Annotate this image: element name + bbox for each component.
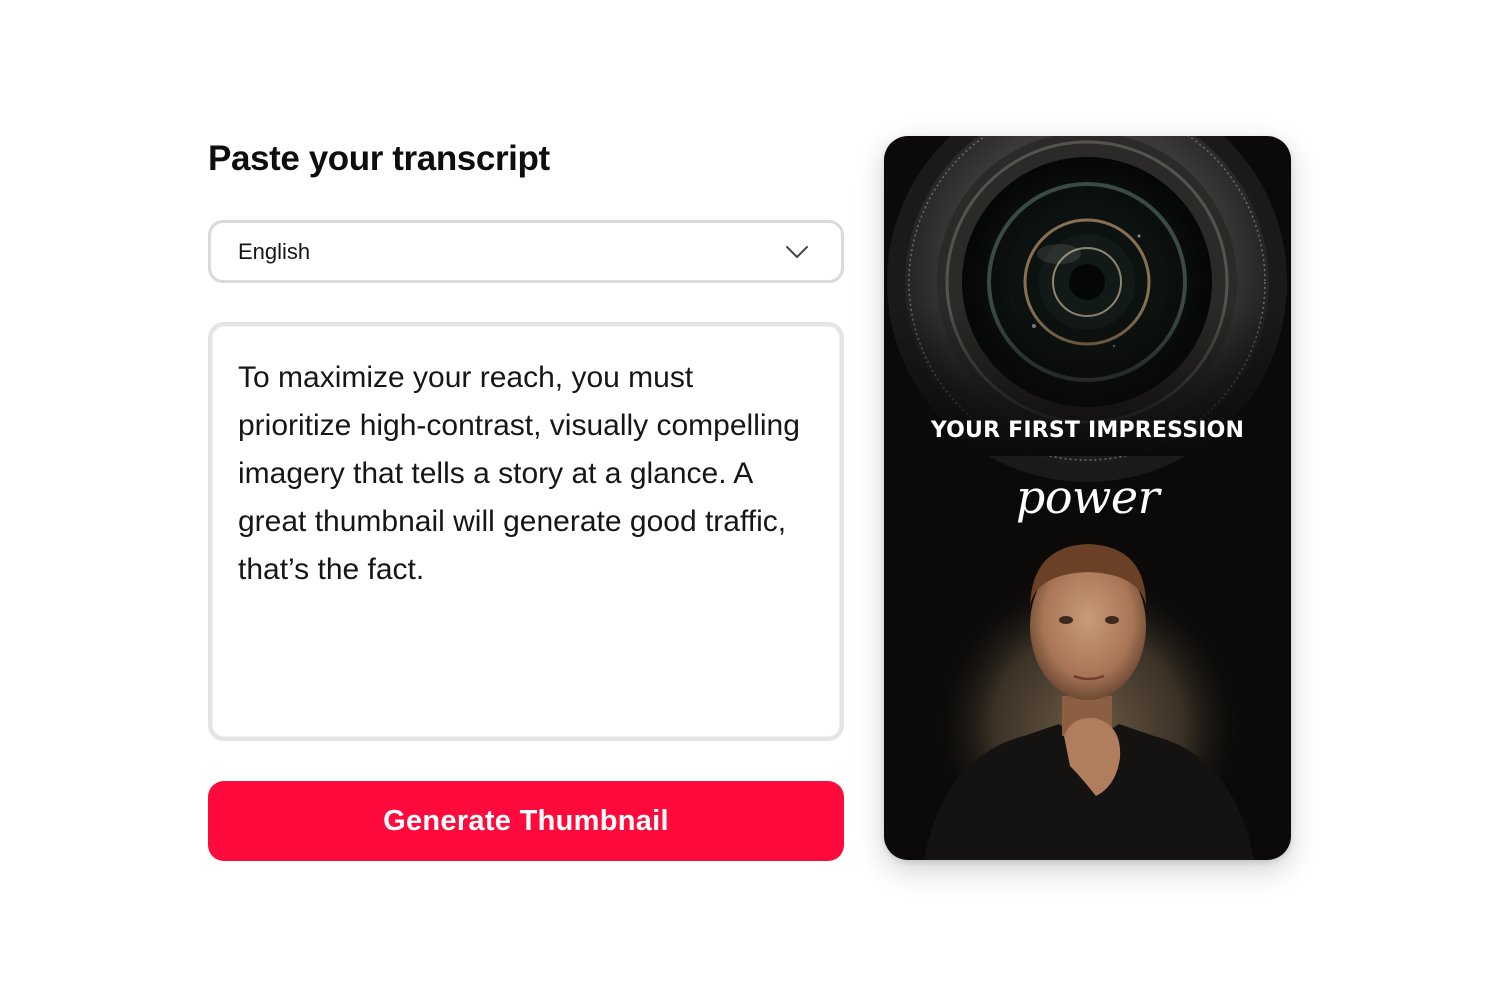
generate-thumbnail-button[interactable]: Generate Thumbnail xyxy=(208,781,844,861)
language-select-value: English xyxy=(238,238,311,264)
transcript-form: Paste your transcript English To maximiz… xyxy=(208,130,844,861)
thumbnail-script-word: power xyxy=(1015,470,1160,524)
language-select[interactable]: English xyxy=(208,220,844,283)
thumbnail-preview: YOUR FIRST IMPRESSION power xyxy=(884,136,1291,860)
thumbnail-headline: YOUR FIRST IMPRESSION xyxy=(930,418,1245,443)
chevron-down-icon xyxy=(784,244,810,260)
portrait-image xyxy=(924,544,1254,860)
page-title: Paste your transcript xyxy=(208,139,550,178)
transcript-textarea[interactable]: To maximize your reach, you must priorit… xyxy=(208,322,844,741)
